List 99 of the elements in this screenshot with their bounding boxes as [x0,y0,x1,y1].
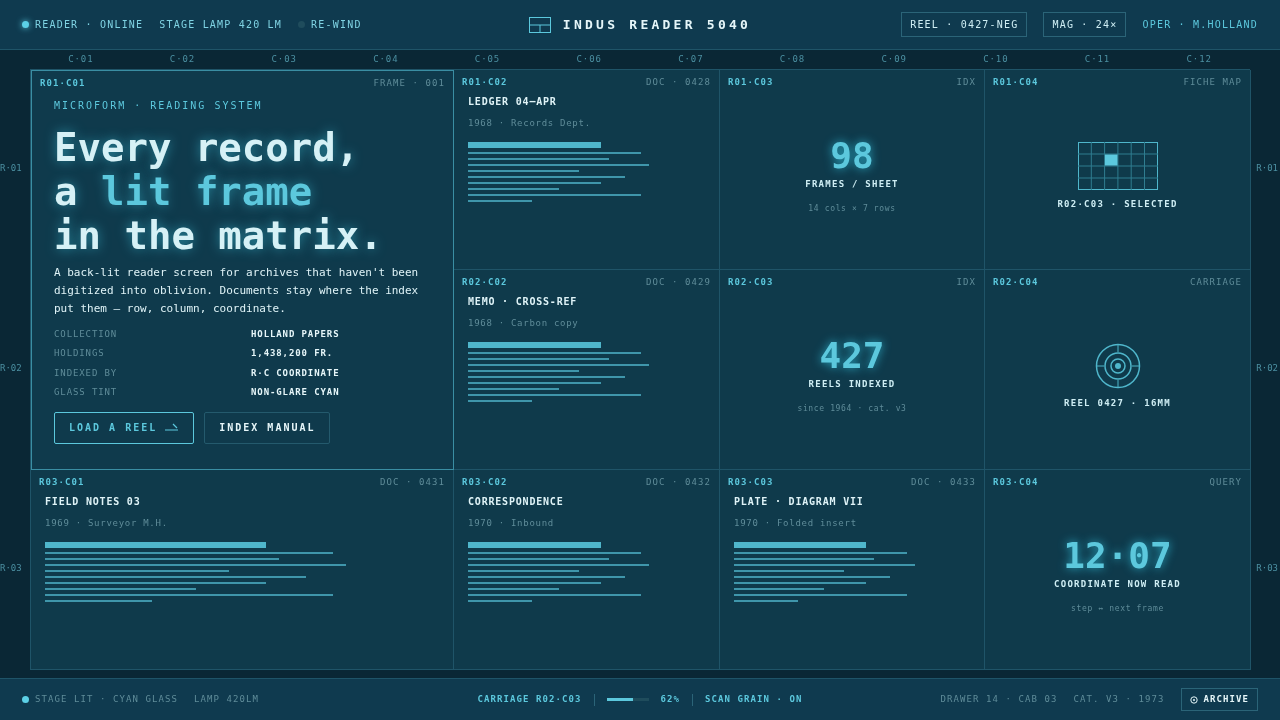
cell-tag: QUERY [1209,476,1242,490]
cell-coordinate: R01·C01 [40,77,86,90]
cell-coordinate: R03·C01 [39,476,85,489]
carriage-text: CARRIAGE R02·C03 [477,692,582,706]
column-label: C·07 [677,52,705,66]
cell-caption: step ↔ next frame [1071,603,1164,615]
scan-grain-text: SCAN GRAIN · ON [705,692,803,706]
document-subtitle: 1968 · Records Dept. [468,116,592,130]
info-chip: REEL · 0427-NEG [901,12,1028,37]
document-cell[interactable]: R02·C02 DOC · 0429 MEMO · CROSS-REF 1968 · Carbon copy [454,270,720,470]
column-label: C·02 [168,52,197,66]
cell-label: COORDINATE NOW READ [1054,577,1181,591]
status-label: STAGE LAMP 420 LM [159,18,283,32]
eyebrow-text: MICROFORM · READING SYSTEM [54,98,264,113]
operator-label: OPER · M.HOLLAND [1142,18,1258,32]
cell-coordinate: R02·C02 [462,276,508,289]
document-subtitle: 1970 · Folded insert [734,516,858,530]
progress-reading: 62% [660,692,680,706]
document-title: LEDGER 04—APR [468,94,558,109]
status-label: READER · ONLINE [35,18,144,32]
spec-value: R·C COORDINATE [251,366,341,380]
column-label: C·08 [778,52,807,66]
cell-caption: 14 cols × 7 rows [808,203,896,215]
grid-logo-icon [528,16,551,33]
document-title: MEMO · CROSS-REF [468,294,579,309]
spec-label: COLLECTION [54,327,119,341]
status-text: LAMP 420LM [193,692,259,706]
cell-tag: DOC · 0429 [646,276,711,290]
document-cell[interactable]: R03·C02 DOC · 0432 CORRESPONDENCE 1970 · Inbound [454,470,720,670]
app-title: INDUS READER 5040 [562,15,752,34]
document-cell[interactable]: R03·C01 DOC · 0431 FIELD NOTES 03 1969 · Surveyor M.H. [31,470,454,670]
column-label: C·01 [67,52,95,66]
row-label: R·02 [1256,362,1278,376]
column-label: C·04 [372,52,400,66]
cell-tag: FICHE MAP [1183,76,1242,90]
column-label: C·10 [982,52,1010,66]
row-label: R·01 [0,162,23,176]
stat-value: 427 [819,337,885,374]
document-subtitle: 1970 · Inbound [468,516,555,530]
info-chip: MAG · 24× [1043,12,1127,37]
status-label: RE-WIND [311,18,362,32]
description-text: A back-lit reader screen for archives that haven't been digitized into oblivion. Documents stay where the index put them — row, column, coordinate. [54,264,420,317]
cell-coordinate: R01·C03 [728,76,774,89]
cell-tag: CARRIAGE [1190,276,1242,290]
column-label: C·12 [1185,52,1213,66]
cell-label: REEL 0427 · 16MM [1064,396,1171,410]
cell-tag: IDX [956,276,976,290]
cell-tag: DOC · 0432 [646,476,711,490]
spec-label: GLASS TINT [54,386,119,399]
cell-tag: DOC · 0428 [646,76,711,90]
load-reel-button[interactable]: LOAD A REEL [54,411,195,444]
column-label: C·11 [1083,52,1112,66]
stat-value: 12·07 [1063,537,1172,574]
cell-coordinate: R02·C03 [728,276,774,289]
cell-tag: DOC · 0431 [380,476,445,490]
row-label: R·03 [1256,562,1278,576]
column-label: C·05 [473,52,502,66]
status-text: CAT. V3 · 1973 [1073,692,1165,706]
cell-label: REELS INDEXED [808,377,896,391]
cell-coordinate: R03·C02 [462,476,508,489]
spec-value: 1,438,200 FR. [251,347,335,360]
document-title: FIELD NOTES 03 [45,494,142,509]
cell-coordinate: R01·C04 [993,76,1039,89]
cell-coordinate: R01·C02 [462,76,508,89]
document-cell[interactable]: R03·C03 DOC · 0433 PLATE · DIAGRAM VII 1970 · Folded insert [720,470,985,670]
arrow-icon [165,422,180,433]
cell-coordinate: R03·C04 [993,476,1039,489]
spec-label: HOLDINGS [54,347,106,360]
cell-label: R02·C03 · SELECTED [1057,197,1178,211]
spec-label: INDEXED BY [54,366,119,380]
target-icon [1094,342,1141,389]
row-label: R·01 [1256,162,1278,176]
document-subtitle: 1969 · Surveyor M.H. [45,516,169,530]
column-label: C·03 [270,52,298,66]
cell-coordinate: R03·C03 [728,476,774,489]
document-cell[interactable]: R01·C02 DOC · 0428 LEDGER 04—APR 1968 · Records Dept. [454,70,720,270]
status-text: DRAWER 14 · CAB 03 [940,692,1058,706]
spec-value: HOLLAND PAPERS [251,327,341,341]
status-text: STAGE LIT · CYAN GLASS [35,692,178,706]
cell-tag: DOC · 0433 [911,476,976,490]
document-title: PLATE · DIAGRAM VII [734,494,865,509]
fiche-grid-icon [1077,141,1158,190]
archive-button[interactable]: ARCHIVE [1180,687,1258,712]
cell-label: FRAMES / SHEET [805,177,899,191]
stat-value: 98 [830,137,874,174]
cell-tag: FRAME · 001 [373,77,445,91]
spec-value: NON-GLARE CYAN [251,386,341,399]
cell-caption: since 1964 · cat. v3 [797,403,907,415]
cell-tag: IDX [956,76,976,90]
document-title: CORRESPONDENCE [468,494,565,509]
headline: Every record, a lit frame in the matrix. [54,125,384,258]
row-label: R·02 [0,362,23,376]
document-subtitle: 1968 · Carbon copy [468,316,580,330]
column-label: C·06 [575,52,603,66]
index-manual-button[interactable]: INDEX MANUAL [204,411,331,444]
row-label: R·03 [0,562,23,576]
cell-coordinate: R02·C04 [993,276,1039,289]
disc-icon [1189,695,1198,704]
column-label: C·09 [880,52,908,66]
